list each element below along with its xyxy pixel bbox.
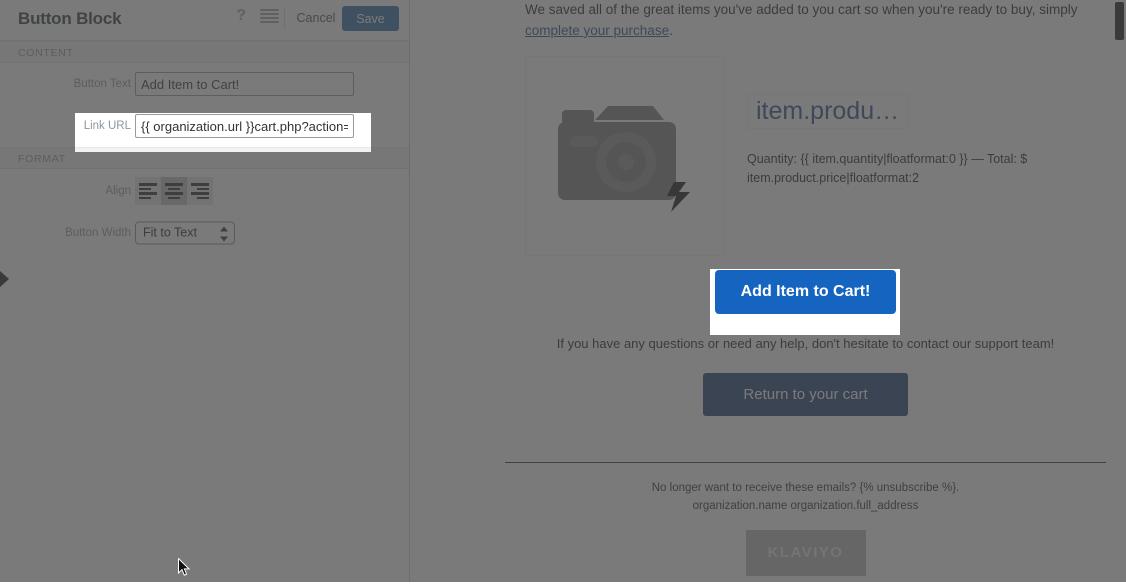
email-preview-canvas: We saved all of the great items you've a… — [710, 269, 900, 335]
button-block-settings-panel: Button Block ? Cancel Save CONTENT Butto… — [0, 0, 410, 582]
panel-header: Button Block ? Cancel Save — [0, 0, 409, 41]
return-to-cart-button[interactable]: Return to your cart — [703, 372, 908, 416]
align-row: Align — [0, 169, 409, 213]
product-image-placeholder[interactable] — [525, 55, 725, 256]
save-button[interactable]: Save — [342, 6, 399, 31]
intro-paragraph: We saved all of the great items you've a… — [525, 0, 1086, 56]
link-url-label: Link URL — [83, 120, 131, 132]
vertical-scrollbar-thumb[interactable] — [1115, 2, 1124, 40]
hamburger-icon[interactable] — [260, 9, 279, 23]
product-meta: Quantity: {{ item.quantity|floatformat:0… — [747, 151, 1028, 186]
app-root: Button Block ? Cancel Save CONTENT Butto… — [75, 113, 371, 152]
link-url-row: Link URL — [75, 113, 371, 147]
hamburger-bar — [260, 21, 279, 23]
align-center-button[interactable] — [161, 177, 187, 205]
intro-text-after: . — [669, 22, 673, 38]
product-title[interactable]: item.produ… — [747, 93, 909, 129]
email-container: We saved all of the great items you've a… — [710, 269, 900, 335]
hamburger-bar — [260, 17, 279, 19]
align-label: Align — [105, 185, 131, 197]
app-root: Button Block ? Cancel Save CONTENT Butto… — [710, 269, 900, 335]
highlight-clone-link-url: Button Block ? Cancel Save CONTENT Butto… — [75, 113, 371, 152]
stepper-arrows-icon — [219, 226, 228, 242]
highlight-link-url-field: Button Block ? Cancel Save CONTENT Butto… — [75, 113, 371, 152]
highlight-clone-cta: Button Block ? Cancel Save CONTENT Butto… — [710, 269, 900, 335]
organization-line: organization.name organization.full_addr… — [692, 500, 919, 513]
align-left-button[interactable] — [135, 177, 161, 205]
format-section-header: FORMAT — [75, 147, 371, 152]
product-info: item.produ… Quantity: {{ item.quantity|f… — [725, 56, 1057, 189]
cta-block: Add Item to Cart! — [710, 269, 900, 324]
email-body: We saved all of the great items you've a… — [505, 0, 1106, 463]
hamburger-bar — [260, 9, 279, 11]
align-right-button[interactable] — [187, 177, 213, 205]
header-icon-group: ? — [236, 8, 279, 24]
content-section-header: CONTENT — [0, 41, 409, 63]
button-text-row: Button Text — [0, 63, 409, 105]
return-block: Return to your cart — [525, 372, 1086, 444]
button-text-input[interactable] — [135, 72, 354, 96]
hamburger-bar — [260, 13, 279, 15]
camera-placeholder-icon — [558, 105, 690, 212]
email-body: We saved all of the great items you've a… — [710, 269, 900, 335]
page-title: Button Block — [18, 9, 122, 28]
cancel-button[interactable]: Cancel — [284, 6, 348, 30]
complete-purchase-link[interactable]: complete your purchase — [525, 23, 669, 38]
app-root: Button Block ? Cancel Save CONTENT Butto… — [0, 0, 1126, 586]
align-button-group — [135, 177, 213, 205]
link-url-input[interactable] — [135, 114, 354, 138]
product-block: item.produ… Quantity: {{ item.quantity|f… — [525, 55, 1086, 256]
highlight-add-to-cart-button: Button Block ? Cancel Save CONTENT Butto… — [710, 269, 900, 335]
klaviyo-logo: KLAVIYO — [745, 529, 866, 576]
button-text-label: Button Text — [73, 78, 131, 90]
button-width-value: Fit to Text — [143, 225, 197, 240]
question-mark-icon[interactable]: ? — [236, 8, 246, 24]
intro-text-before: We saved all of the great items you've a… — [525, 2, 1078, 17]
support-note: If you have any questions or need any he… — [556, 335, 1055, 351]
add-item-to-cart-button[interactable]: Add Item to Cart! — [714, 269, 897, 314]
button-block-settings-panel: Button Block ? Cancel Save CONTENT Butto… — [75, 113, 371, 152]
unsubscribe-line[interactable]: No longer want to receive these emails? … — [525, 479, 1086, 497]
button-width-select[interactable]: Fit to Text — [135, 221, 235, 245]
button-width-row: Button Width Fit to Text — [0, 213, 409, 253]
panel-collapse-handle-icon[interactable] — [0, 271, 9, 287]
email-footer: No longer want to receive these emails? … — [505, 463, 1106, 586]
button-width-label: Button Width — [65, 227, 131, 239]
